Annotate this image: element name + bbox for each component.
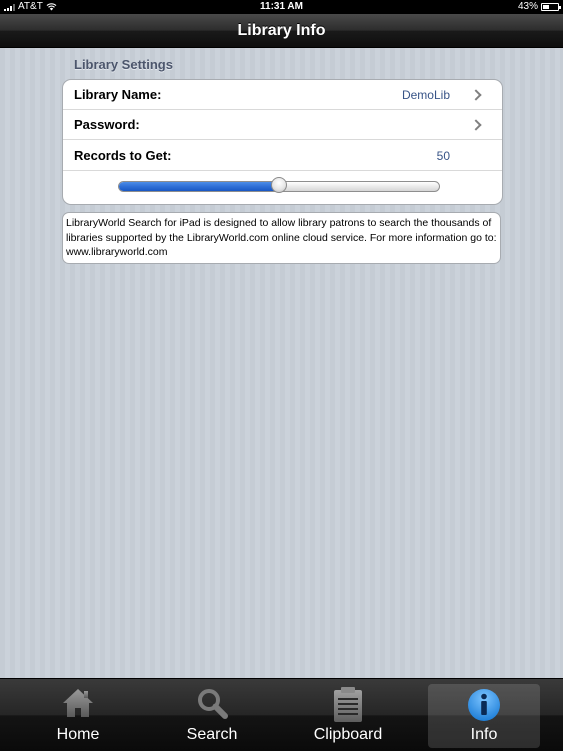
records-label: Records to Get:: [74, 148, 172, 163]
records-slider-row: [63, 172, 502, 204]
disclosure-chevron-icon: [470, 119, 482, 131]
home-icon: [63, 689, 93, 717]
records-value: 50: [436, 149, 450, 163]
library-name-value: DemoLib: [401, 88, 450, 102]
password-label: Password:: [74, 117, 140, 132]
tab-clipboard-label: Clipboard: [313, 726, 383, 743]
status-bar: AT&T 11:31 AM 43%: [0, 0, 563, 14]
password-row[interactable]: Password:: [63, 110, 502, 140]
settings-group: Library Name: DemoLib Password: Records …: [62, 79, 503, 205]
records-row: Records to Get: 50: [63, 141, 502, 171]
content-area: Library Settings Library Name: DemoLib P…: [0, 48, 563, 678]
magnifier-icon: [198, 689, 228, 719]
navigation-bar: Library Info: [0, 14, 563, 48]
tab-clipboard[interactable]: Clipboard: [292, 684, 404, 748]
section-header: Library Settings: [74, 57, 173, 72]
status-right: 43%: [517, 0, 561, 14]
battery-percent: 43%: [517, 1, 538, 12]
tab-home[interactable]: Home: [22, 684, 134, 748]
battery-icon: [541, 3, 561, 11]
disclosure-chevron-icon: [470, 89, 482, 101]
info-icon: [468, 689, 500, 721]
status-time: 11:31 AM: [260, 1, 303, 12]
tab-search[interactable]: Search: [156, 684, 268, 748]
tab-home-label: Home: [56, 726, 100, 743]
info-description: LibraryWorld Search for iPad is designed…: [62, 212, 501, 264]
library-name-label: Library Name:: [74, 87, 162, 102]
library-name-row[interactable]: Library Name: DemoLib: [63, 80, 502, 110]
tab-search-label: Search: [186, 726, 238, 743]
slider-thumb[interactable]: [271, 177, 287, 193]
tab-info[interactable]: Info: [428, 684, 540, 748]
slider-fill: [119, 182, 279, 191]
tab-info-label: Info: [470, 726, 498, 743]
clipboard-icon: [334, 687, 362, 722]
tab-bar: Home Search Clipboard Info: [0, 678, 563, 751]
page-title: Library Info: [237, 22, 326, 39]
